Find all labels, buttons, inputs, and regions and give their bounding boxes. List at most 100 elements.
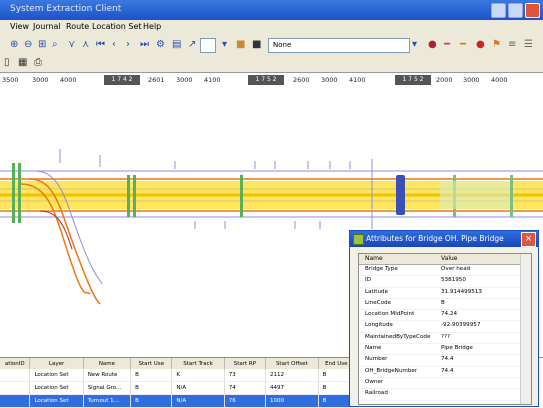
attribute-row[interactable]: Railroad	[359, 389, 531, 401]
table-icon[interactable]: ▦	[18, 57, 27, 68]
chevron-down-icon[interactable]: ⋎	[68, 39, 75, 50]
pointer-icon[interactable]: ↗	[188, 39, 196, 50]
dropdown-arrow-icon[interactable]: ▾	[412, 39, 417, 50]
dropdown-icon[interactable]: ▾	[222, 39, 227, 50]
layer-combo[interactable]	[200, 38, 216, 53]
maximize-button[interactable]	[508, 3, 523, 18]
table-cell: N/A	[171, 394, 225, 408]
ruler-label: 4000	[491, 76, 508, 84]
attribute-row[interactable]: Bridge Type Over head	[359, 265, 531, 277]
table-cell: B	[130, 394, 173, 408]
column-header[interactable]: Start Use	[130, 358, 173, 369]
first-page-icon[interactable]: ⏮	[96, 39, 105, 50]
menu-bar: View Journal Route Location Set Help	[0, 20, 543, 34]
attribute-row[interactable]: LineCode B	[359, 299, 531, 311]
attribute-row[interactable]: Latitude 31.914499513	[359, 288, 531, 299]
attribute-value: 74.24	[441, 311, 458, 318]
attribute-value: 5381950	[441, 277, 466, 284]
line-orange-icon[interactable]: ━	[460, 39, 466, 50]
line-red-icon[interactable]: ━	[444, 39, 450, 50]
attribute-value: Pipe Bridge	[441, 345, 473, 352]
attribute-row[interactable]: OH_BridgeNumber 74.4	[359, 367, 531, 378]
attribute-row[interactable]: Location MidPoint 74.24	[359, 310, 531, 322]
signal-marker[interactable]	[510, 175, 513, 217]
ruler-label: 4100	[349, 76, 366, 84]
style-select-value: None	[273, 41, 292, 49]
attribute-row[interactable]: MaintainedByTypeCode???	[359, 333, 531, 345]
last-page-icon[interactable]: ⏭	[140, 39, 149, 50]
pipe-bridge-marker[interactable]	[396, 175, 405, 215]
signal-marker[interactable]	[18, 163, 21, 223]
attribute-name: Name	[365, 345, 382, 352]
chevron-up-icon[interactable]: ⋏	[82, 39, 89, 50]
signal-marker[interactable]	[12, 163, 15, 223]
window-icon[interactable]: ▯	[4, 57, 10, 68]
settings-icon[interactable]: ⚙	[156, 39, 165, 50]
attribute-name: Railroad	[365, 390, 388, 397]
table-cell: 76	[224, 394, 266, 408]
attribute-row[interactable]: Longitude -92.90399957	[359, 321, 531, 333]
column-header-value[interactable]: Value	[441, 255, 457, 262]
distance-ruler: 3500 3000 4000 1 7 4 2 2601 3000 4100 1 …	[0, 72, 543, 90]
close-button[interactable]	[525, 3, 540, 18]
next-icon[interactable]: ›	[126, 39, 130, 50]
attribute-value: -92.90399957	[441, 322, 481, 329]
ruler-label: 2601	[148, 76, 165, 84]
attribute-row[interactable]: Owner	[359, 378, 531, 390]
menu-journal[interactable]: Journal	[33, 22, 61, 31]
menu-help[interactable]: Help	[143, 22, 161, 31]
attribute-value: ???	[441, 333, 450, 340]
minimize-button[interactable]	[491, 3, 506, 18]
column-header[interactable]: Start Offset	[265, 358, 319, 369]
search-icon[interactable]: ⌕	[52, 39, 58, 50]
dialog-title: Attributes for Bridge OH. Pipe Bridge	[366, 234, 504, 243]
zoom-extent-icon[interactable]: ⊞	[38, 39, 46, 50]
list-icon[interactable]: ☰	[524, 39, 533, 50]
fill-icon[interactable]: ■	[252, 39, 261, 50]
grid-icon[interactable]: ≡	[508, 39, 516, 50]
column-header[interactable]: ationID	[0, 358, 31, 369]
table-cell: 74	[224, 381, 266, 395]
print-icon[interactable]: ⎙	[34, 57, 42, 68]
menu-view[interactable]: View	[10, 22, 29, 31]
siding-area	[440, 181, 510, 209]
marker-red-icon[interactable]: ●	[476, 39, 485, 50]
previous-icon[interactable]: ‹	[112, 39, 116, 50]
table-cell	[0, 369, 31, 382]
color-icon[interactable]: ■	[236, 39, 245, 50]
table-cell: New Route	[83, 369, 132, 382]
signal-marker[interactable]	[127, 175, 130, 217]
ruler-mile-tag: 1 7 4 2	[104, 75, 140, 85]
attribute-row[interactable]: Number 74.4	[359, 355, 531, 367]
table-row[interactable]: Location Set Signal Gro... B N/A 74 4497…	[0, 381, 356, 395]
style-select[interactable]: None	[268, 38, 410, 53]
column-header[interactable]: Name	[83, 358, 132, 369]
zoom-in-icon[interactable]: ⊕	[10, 39, 18, 50]
signal-marker[interactable]	[133, 175, 136, 217]
attribute-row[interactable]: ID 5381950	[359, 276, 531, 288]
table-cell	[0, 381, 31, 395]
attribute-value: 31.914499513	[441, 288, 482, 295]
flag-icon[interactable]: ⚑	[492, 39, 501, 50]
zoom-out-icon[interactable]: ⊖	[24, 39, 32, 50]
table-cell: 1000	[265, 394, 319, 408]
attributes-table: Name Value Bridge Type Over head ID 538195…	[358, 253, 532, 405]
column-header-name[interactable]: Name	[365, 255, 383, 262]
column-header[interactable]: Layer	[29, 358, 84, 369]
column-header[interactable]: Start RP	[224, 358, 266, 369]
table-row[interactable]: Location Set New Route B K 73 2112 B	[0, 369, 356, 382]
attributes-scrollbar[interactable]	[520, 254, 531, 404]
globe-icon[interactable]: ●	[428, 39, 437, 50]
dialog-close-button[interactable]: ×	[521, 232, 536, 247]
menu-route[interactable]: Route	[66, 22, 89, 31]
main-toolbar: ⊕ ⊖ ⊞ ⌕ ⋎ ⋏ ⏮ ‹ › ⏭ ⚙ ▤ ↗ ▾ ■ ■ None ▾ ●…	[0, 34, 543, 57]
attribute-row[interactable]: Name Pipe Bridge	[359, 344, 531, 356]
menu-location-set[interactable]: Location Set	[92, 22, 142, 31]
ruler-label: 2600	[293, 76, 310, 84]
table-row[interactable]: Location Set Turnout 1... B N/A 76 1000 …	[0, 394, 356, 408]
signal-marker[interactable]	[240, 175, 243, 217]
column-header[interactable]: Start Track	[171, 358, 225, 369]
dialog-title-bar[interactable]: Attributes for Bridge OH. Pipe Bridge ×	[350, 231, 538, 247]
table-cell: B	[130, 381, 173, 395]
layers-icon[interactable]: ▤	[172, 39, 181, 50]
